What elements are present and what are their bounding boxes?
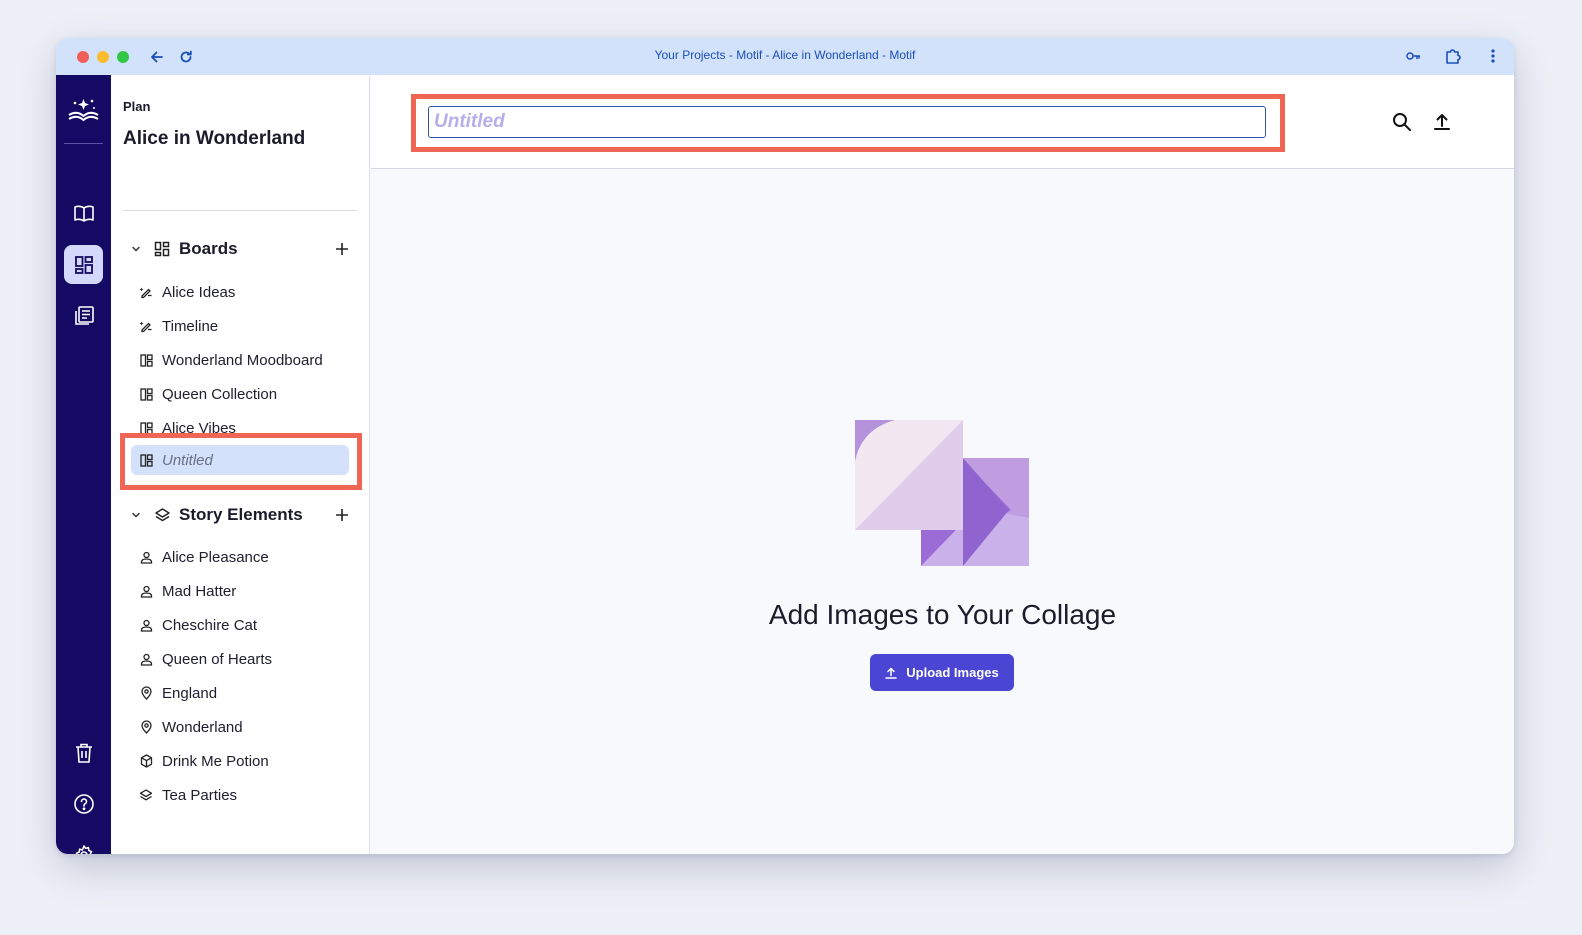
layers-icon (139, 788, 153, 802)
boards-title: Boards (179, 239, 238, 258)
board-item-selected[interactable]: Untitled (131, 445, 349, 475)
export-upload-icon[interactable] (1431, 111, 1453, 133)
empty-state: Add Images to Your Collage Upload Images (371, 169, 1514, 854)
boards-dashboard-icon[interactable] (64, 245, 103, 284)
sparkle-pencil-icon (139, 319, 153, 333)
board-item[interactable]: Alice Vibes (131, 413, 349, 443)
project-title: Alice in Wonderland (123, 128, 306, 149)
story-element-item[interactable]: Drink Me Potion (131, 746, 349, 776)
section-label: Plan (123, 99, 151, 114)
story-element-item[interactable]: Mad Hatter (131, 576, 349, 606)
book-icon[interactable] (64, 194, 103, 233)
story-element-item[interactable]: Alice Pleasance (131, 542, 349, 572)
settings-gear-icon[interactable] (64, 835, 103, 854)
story-element-item[interactable]: England (131, 678, 349, 708)
story-element-item[interactable]: Queen of Hearts (131, 644, 349, 674)
story-elements-section-header: Story Elements (129, 503, 351, 527)
story-element-item[interactable]: Cheschire Cat (131, 610, 349, 640)
board-item[interactable]: Queen Collection (131, 379, 349, 409)
person-icon (139, 652, 153, 666)
board-icon (139, 421, 153, 435)
reload-icon[interactable] (178, 49, 194, 65)
person-icon (139, 618, 153, 632)
maximize-window-button[interactable] (117, 50, 129, 63)
sidebar-divider (123, 210, 357, 211)
sparkle-pencil-icon (139, 285, 153, 299)
plan-sidebar: Plan Alice in Wonderland Boards Alice Id… (111, 75, 370, 854)
back-arrow-icon[interactable] (149, 49, 165, 65)
board-icon (139, 387, 153, 401)
motif-logo-icon[interactable] (67, 95, 100, 125)
rail-divider (64, 143, 103, 144)
board-item[interactable]: Timeline (131, 311, 349, 341)
board-item[interactable]: Alice Ideas (131, 277, 349, 307)
more-menu-icon[interactable] (1484, 47, 1502, 65)
board-title-input[interactable] (428, 106, 1266, 138)
story-element-item[interactable]: Wonderland (131, 712, 349, 742)
trash-icon[interactable] (64, 733, 103, 772)
app-window: Your Projects - Motif - Alice in Wonderl… (56, 38, 1514, 854)
cube-icon (139, 754, 153, 768)
upload-images-label: Upload Images (906, 665, 999, 680)
person-icon (139, 584, 153, 598)
window-controls (77, 50, 129, 63)
boards-section-header: Boards (129, 237, 351, 261)
extensions-puzzle-icon[interactable] (1444, 47, 1462, 65)
nav-rail (56, 75, 111, 854)
close-window-button[interactable] (77, 50, 89, 63)
window-title: Your Projects - Motif - Alice in Wonderl… (654, 48, 916, 62)
upload-images-button[interactable]: Upload Images (870, 654, 1014, 691)
upload-icon (885, 667, 898, 679)
story-element-item[interactable]: Tea Parties (131, 780, 349, 810)
location-pin-icon (139, 720, 153, 734)
person-icon (139, 550, 153, 564)
minimize-window-button[interactable] (97, 50, 109, 63)
empty-state-title: Add Images to Your Collage (768, 599, 1117, 630)
location-pin-icon (139, 686, 153, 700)
board-icon (139, 453, 153, 467)
board-topbar (371, 75, 1514, 169)
collage-illustration (855, 420, 1029, 567)
chevron-down-icon[interactable] (129, 242, 143, 256)
layers-icon (153, 506, 171, 524)
chevron-down-icon[interactable] (129, 508, 143, 522)
password-key-icon[interactable] (1404, 47, 1422, 65)
browser-titlebar: Your Projects - Motif - Alice in Wonderl… (56, 38, 1514, 75)
boards-icon (153, 240, 171, 258)
story-elements-title: Story Elements (179, 505, 303, 524)
search-icon[interactable] (1391, 111, 1413, 133)
add-story-element-plus-icon[interactable] (333, 506, 351, 524)
board-item[interactable]: Wonderland Moodboard (131, 345, 349, 375)
notes-document-icon[interactable] (64, 296, 103, 335)
help-icon[interactable] (64, 784, 103, 823)
add-board-plus-icon[interactable] (333, 240, 351, 258)
board-icon (139, 353, 153, 367)
main-content: Add Images to Your Collage Upload Images (371, 75, 1514, 854)
